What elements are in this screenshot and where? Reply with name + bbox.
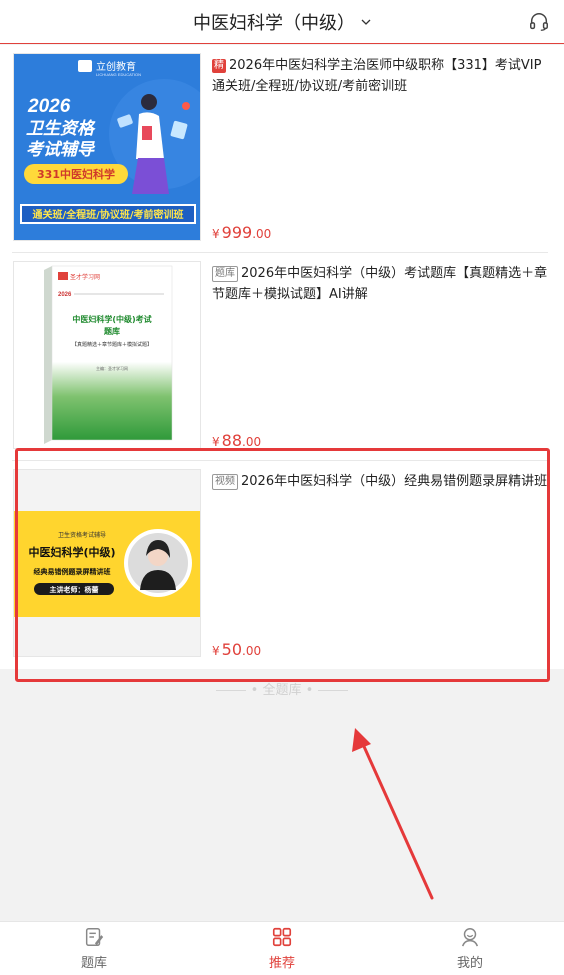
product-title-text: 2026年中医妇科学（中级）经典易错例题录屏精讲班	[241, 474, 548, 489]
price-symbol: ¥	[212, 435, 220, 449]
product-price: ¥50.00	[212, 640, 261, 659]
product-info: 视频 2026年中医妇科学（中级）经典易错例题录屏精讲班	[212, 471, 548, 492]
tab-label: 题库	[80, 956, 107, 971]
divider-line	[318, 690, 349, 691]
edit-note-icon	[85, 928, 104, 946]
book-year: 2026	[58, 292, 72, 298]
book-main2: 题库	[103, 326, 120, 336]
book-brand: 圣才学习网	[70, 273, 100, 281]
price-decimal: .00	[252, 227, 272, 241]
user-icon	[461, 928, 479, 947]
tab-question-bank[interactable]: 题库	[0, 922, 188, 975]
subject-selector[interactable]: 中医妇科学（中级）	[193, 9, 371, 35]
product-item[interactable]: 卫生资格考试辅导 中医妇科学(中级) 经典易错例题录屏精讲班 主讲老师：杨蕾 视…	[12, 461, 548, 669]
product-info: 题库 2026年中医妇科学（中级）考试题库【真题精选＋章节题库＋模拟试题】AI讲解	[212, 263, 548, 305]
product-thumbnail: 圣才学习网 2026 中医妇科学(中级)考试 题库 【真题精选＋章节题库＋模拟试…	[13, 261, 201, 449]
thumb-year: 2026	[27, 96, 71, 117]
top-nav-bar: 中医妇科学（中级）	[0, 0, 564, 44]
bottom-tab-bar: 题库 推荐 我的	[0, 921, 564, 975]
product-title-text: 2026年中医妇科学（中级）考试题库【真题精选＋章节题库＋模拟试题】AI讲解	[212, 266, 548, 302]
product-tag: 题库	[212, 266, 238, 282]
page-title: 中医妇科学（中级）	[193, 12, 355, 34]
price-symbol: ¥	[212, 644, 220, 658]
product-tag: 视频	[212, 474, 238, 490]
tab-recommend[interactable]: 推荐	[188, 922, 376, 975]
video-sub: 经典易错例题录屏精讲班	[34, 567, 111, 576]
product-info: 精 2026年中医妇科学主治医师中级职称【331】考试VIP通关班/全程班/协议班…	[212, 55, 548, 97]
divider-line	[215, 690, 246, 691]
product-title: 视频 2026年中医妇科学（中级）经典易错例题录屏精讲班	[212, 471, 548, 492]
tab-mine[interactable]: 我的	[376, 922, 564, 975]
product-price: ¥999.00	[212, 223, 271, 242]
thumb-badge: 331中医妇科学	[37, 167, 115, 181]
chevron-down-icon	[361, 19, 371, 25]
grid-icon	[272, 927, 292, 947]
product-thumbnail: 立创教育 LICHUANG EDUCATION 2026 卫生资格 考试辅导 3…	[13, 53, 201, 241]
end-of-list-text: 全题库	[262, 683, 302, 698]
tab-label: 我的	[456, 956, 483, 971]
product-title-text: 2026年中医妇科学主治医师中级职称【331】考试VIP通关班/全程班/协议班/…	[212, 58, 542, 94]
price-integer: 88	[221, 431, 242, 450]
product-tag: 精	[212, 59, 226, 73]
end-of-list-hint: • 全题库 •	[0, 679, 564, 698]
price-integer: 999	[221, 223, 253, 242]
video-teacher: 主讲老师：杨蕾	[50, 585, 99, 594]
thumb-brand-sub: LICHUANG EDUCATION	[96, 72, 141, 77]
product-title: 精 2026年中医妇科学主治医师中级职称【331】考试VIP通关班/全程班/协议班…	[212, 55, 548, 97]
product-title: 题库 2026年中医妇科学（中级）考试题库【真题精选＋章节题库＋模拟试题】AI讲解	[212, 263, 548, 305]
video-small: 卫生资格考试辅导	[58, 531, 106, 539]
tab-label: 推荐	[268, 956, 295, 971]
product-thumbnail: 卫生资格考试辅导 中医妇科学(中级) 经典易错例题录屏精讲班 主讲老师：杨蕾	[13, 469, 201, 657]
price-decimal: .00	[242, 435, 262, 449]
price-integer: 50	[221, 640, 242, 659]
price-decimal: .00	[242, 644, 262, 658]
book-main1: 中医妇科学(中级)考试	[72, 314, 151, 324]
product-item[interactable]: 圣才学习网 2026 中医妇科学(中级)考试 题库 【真题精选＋章节题库＋模拟试…	[12, 253, 548, 461]
book-foot: 主编：圣才学习网	[96, 365, 128, 371]
thumb-line3: 考试辅导	[26, 140, 96, 160]
price-symbol: ¥	[212, 227, 220, 241]
customer-service-icon[interactable]	[528, 11, 550, 33]
thumb-line2: 卫生资格	[26, 119, 96, 139]
product-list: 立创教育 LICHUANG EDUCATION 2026 卫生资格 考试辅导 3…	[0, 45, 564, 669]
video-main: 中医妇科学(中级)	[28, 545, 115, 559]
product-item[interactable]: 立创教育 LICHUANG EDUCATION 2026 卫生资格 考试辅导 3…	[12, 45, 548, 253]
book-sub: 【真题精选＋章节题库＋模拟试题】	[72, 341, 152, 348]
product-price: ¥88.00	[212, 431, 261, 450]
thumb-bottom: 通关班/全程班/协议班/考前密训班	[33, 208, 184, 221]
